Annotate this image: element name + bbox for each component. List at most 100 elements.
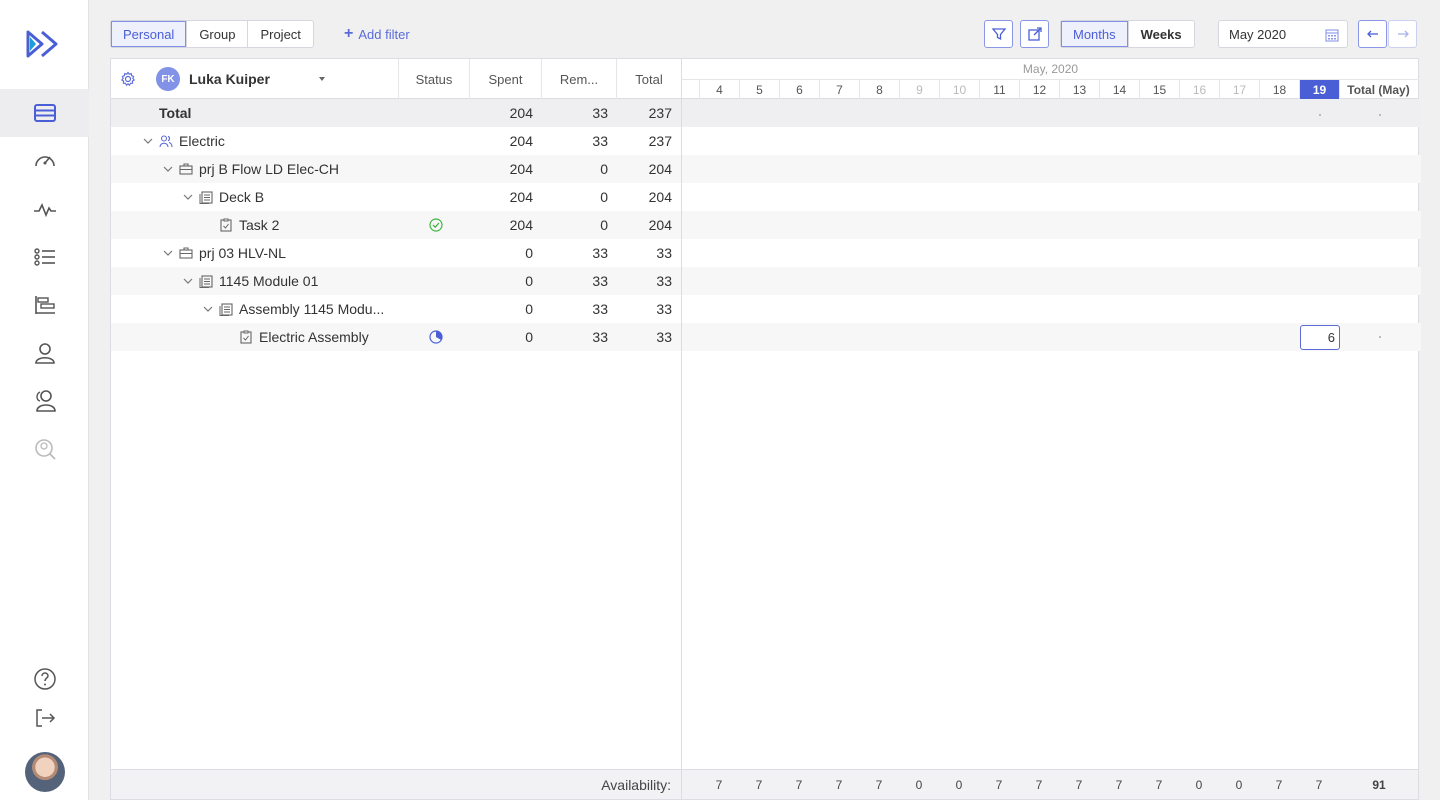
- row-remaining: 33: [592, 133, 608, 149]
- calendar-grid: May, 2020 4 5 6 7 8 9 10 11 12 13 14 15 …: [681, 59, 1421, 769]
- nav-user[interactable]: [0, 329, 89, 377]
- view-mode-switch: Personal Group Project: [110, 20, 314, 48]
- table-row[interactable]: Deck B 204 0 204: [111, 183, 681, 211]
- day-8: 8: [859, 80, 899, 99]
- row-spent: 0: [525, 329, 533, 345]
- period-switch: Months Weeks: [1060, 20, 1195, 48]
- add-filter-button[interactable]: + Add filter: [344, 20, 410, 48]
- grid-row: [682, 183, 1421, 211]
- help-icon: [33, 668, 56, 690]
- task-clipboard-icon: [220, 218, 232, 232]
- table-row[interactable]: Electric Assembly 0 33 33: [111, 323, 681, 351]
- settings-gear-icon[interactable]: [120, 71, 136, 87]
- row-spent: 204: [509, 105, 533, 121]
- month-date-picker[interactable]: May 2020: [1218, 20, 1348, 48]
- nav-users[interactable]: [0, 377, 89, 425]
- col-spent[interactable]: Spent: [469, 59, 541, 99]
- grid-row: [682, 155, 1421, 183]
- row-total: 204: [648, 217, 672, 233]
- chevron-down-icon[interactable]: [203, 304, 213, 314]
- row-name: Task 2: [239, 217, 280, 233]
- grid-row: [682, 127, 1421, 155]
- availability-cell: 7: [1155, 778, 1163, 792]
- caret-down-icon[interactable]: [319, 77, 325, 81]
- hours-input-cell[interactable]: 6: [1300, 325, 1340, 350]
- view-group-button[interactable]: Group: [187, 21, 249, 47]
- nav-gantt[interactable]: [0, 281, 89, 329]
- task-table: FK Luka Kuiper Status Spent Rem... Total…: [111, 59, 681, 769]
- plus-icon: +: [344, 25, 354, 42]
- chevron-down-icon[interactable]: [183, 276, 193, 286]
- row-total: 204: [648, 189, 672, 205]
- row-total: 204: [648, 161, 672, 177]
- user-selector[interactable]: FK Luka Kuiper: [156, 67, 270, 91]
- row-total: 33: [656, 301, 672, 317]
- row-name: Assembly 1145 Modu...: [239, 301, 385, 317]
- day-3: [659, 80, 699, 99]
- availability-cell: 0: [1235, 778, 1243, 792]
- briefcase-icon: [179, 247, 193, 259]
- nav-search-reports[interactable]: [0, 425, 89, 473]
- activity-icon: [33, 203, 56, 218]
- task-clipboard-icon: [240, 330, 252, 344]
- row-remaining: 0: [600, 161, 608, 177]
- table-row[interactable]: Assembly 1145 Modu... 0 33 33: [111, 295, 681, 323]
- filter-button[interactable]: [984, 20, 1013, 48]
- search-user-icon: [34, 439, 56, 460]
- nav-activity[interactable]: [0, 185, 89, 233]
- availability-cell: 7: [1275, 778, 1283, 792]
- chevron-down-icon[interactable]: [183, 192, 193, 202]
- view-personal-button[interactable]: Personal: [111, 21, 188, 47]
- day-11: 11: [979, 80, 1019, 99]
- row-total: 33: [656, 273, 672, 289]
- user-avatar[interactable]: [25, 752, 65, 792]
- availability-cell: 7: [1115, 778, 1123, 792]
- period-months-button[interactable]: Months: [1061, 21, 1129, 47]
- row-label: prj B Flow LD Elec-CH: [163, 155, 339, 183]
- row-remaining: 0: [600, 217, 608, 233]
- status-in-progress-icon: [429, 330, 443, 344]
- app-logo-icon[interactable]: [25, 28, 65, 60]
- row-remaining: 33: [592, 329, 608, 345]
- col-remaining[interactable]: Rem...: [541, 59, 616, 99]
- col-status[interactable]: Status: [398, 59, 469, 99]
- day-14: 14: [1099, 80, 1139, 99]
- chevron-down-icon[interactable]: [163, 248, 173, 258]
- grid-row: [682, 239, 1421, 267]
- day-13: 13: [1059, 80, 1099, 99]
- table-row[interactable]: Electric 204 33 237: [111, 127, 681, 155]
- group-icon: [159, 135, 173, 148]
- period-weeks-button[interactable]: Weeks: [1129, 21, 1194, 47]
- row-name: prj B Flow LD Elec-CH: [199, 161, 340, 177]
- table-row[interactable]: Task 2 204 0 204: [111, 211, 681, 239]
- availability-cell: 7: [1315, 778, 1323, 792]
- nav-timesheet[interactable]: [0, 89, 89, 137]
- empty-dot: [1319, 114, 1321, 116]
- user-initials-avatar: FK: [156, 67, 180, 91]
- availability-cell: 7: [875, 778, 883, 792]
- chevron-down-icon[interactable]: [143, 136, 153, 146]
- prev-period-button[interactable]: [1358, 20, 1387, 48]
- row-name: Electric Assembly: [259, 329, 369, 345]
- day-16: 16: [1179, 80, 1219, 99]
- toolbar: Personal Group Project + Add filter Mont…: [110, 20, 1440, 48]
- table-row[interactable]: prj B Flow LD Elec-CH 204 0 204: [111, 155, 681, 183]
- row-label: prj 03 HLV-NL: [163, 239, 286, 267]
- day-12: 12: [1019, 80, 1059, 99]
- row-spent: 204: [509, 133, 533, 149]
- export-button[interactable]: [1020, 20, 1049, 48]
- grid-row: [682, 267, 1421, 295]
- nav-tasks[interactable]: [0, 233, 89, 281]
- grid-row-total: [682, 99, 1421, 127]
- view-project-button[interactable]: Project: [248, 21, 312, 47]
- next-period-button[interactable]: [1388, 20, 1417, 48]
- availability-total: 91: [1372, 778, 1386, 792]
- nav-logout[interactable]: [0, 694, 89, 742]
- row-label: Deck B: [183, 183, 264, 211]
- list-icon: [33, 104, 56, 122]
- clipboard-stack-icon: [199, 275, 213, 288]
- table-row[interactable]: 1145 Module 01 0 33 33: [111, 267, 681, 295]
- table-row[interactable]: prj 03 HLV-NL 0 33 33: [111, 239, 681, 267]
- nav-dashboard[interactable]: [0, 137, 89, 185]
- chevron-down-icon[interactable]: [163, 164, 173, 174]
